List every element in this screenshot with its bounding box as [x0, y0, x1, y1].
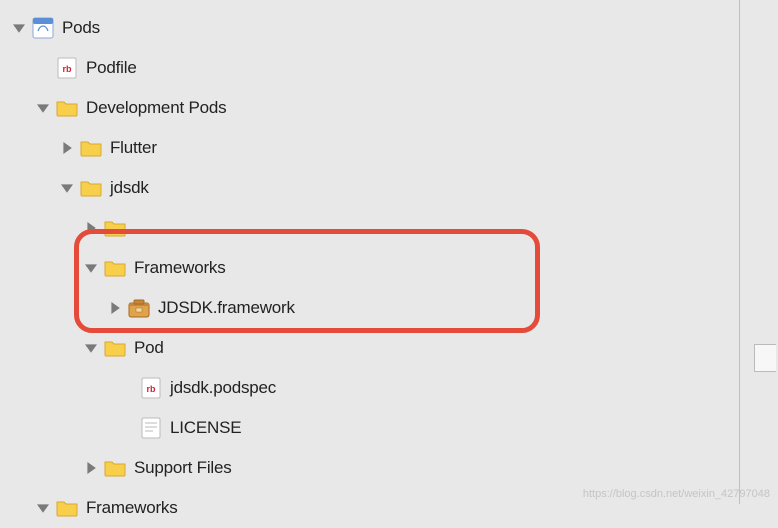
chevron-down-icon[interactable]	[34, 102, 52, 114]
tree-row-jdsdk-framework[interactable]: JDSDK.framework	[0, 288, 778, 328]
folder-icon	[104, 217, 126, 239]
tree-label: LICENSE	[170, 418, 241, 438]
tree-label: jdsdk.podspec	[170, 378, 276, 398]
xcode-project-icon	[32, 17, 54, 39]
folder-icon	[56, 97, 78, 119]
ruby-file-icon: rb	[140, 377, 162, 399]
chevron-down-icon[interactable]	[82, 342, 100, 354]
svg-text:rb: rb	[147, 384, 157, 394]
tree-row-podspec[interactable]: rb jdsdk.podspec	[0, 368, 778, 408]
chevron-right-icon[interactable]	[82, 222, 100, 234]
tree-row-devpods[interactable]: Development Pods	[0, 88, 778, 128]
tree-row-support[interactable]: Support Files	[0, 448, 778, 488]
watermark-text: https://blog.csdn.net/weixin_42797048	[583, 488, 770, 500]
chevron-right-icon[interactable]	[106, 302, 124, 314]
panel-divider[interactable]	[739, 0, 740, 504]
chevron-right-icon[interactable]	[82, 462, 100, 474]
tree-row-jdsdk[interactable]: jdsdk	[0, 168, 778, 208]
framework-icon	[128, 297, 150, 319]
tree-label: Development Pods	[86, 98, 226, 118]
folder-icon	[104, 457, 126, 479]
text-file-icon	[140, 417, 162, 439]
tree-label: Podfile	[86, 58, 137, 78]
folder-icon	[80, 177, 102, 199]
svg-text:rb: rb	[63, 64, 73, 74]
tree-row-frameworks[interactable]: Frameworks	[0, 248, 778, 288]
tree-label: jdsdk	[110, 178, 149, 198]
tree-row-parentdir[interactable]: ..	[0, 208, 778, 248]
chevron-right-icon[interactable]	[58, 142, 76, 154]
chevron-down-icon[interactable]	[10, 22, 28, 34]
folder-icon	[104, 337, 126, 359]
tree-label: Pods	[62, 18, 100, 38]
project-navigator-tree: Pods ▶ rb Podfile Development Pods Flutt…	[0, 0, 778, 528]
chevron-down-icon[interactable]	[58, 182, 76, 194]
tree-label: JDSDK.framework	[158, 298, 295, 318]
folder-icon	[56, 497, 78, 519]
ruby-file-icon: rb	[56, 57, 78, 79]
inspector-edge-icon	[754, 344, 776, 372]
tree-row-pods[interactable]: Pods	[0, 8, 778, 48]
folder-icon	[80, 137, 102, 159]
tree-row-license[interactable]: LICENSE	[0, 408, 778, 448]
tree-row-flutter[interactable]: Flutter	[0, 128, 778, 168]
chevron-down-icon[interactable]	[82, 262, 100, 274]
tree-label: ..	[134, 218, 143, 238]
tree-label: Support Files	[134, 458, 232, 478]
tree-label: Frameworks	[134, 258, 226, 278]
tree-row-pod[interactable]: Pod	[0, 328, 778, 368]
tree-label: Pod	[134, 338, 164, 358]
tree-label: Frameworks	[86, 498, 178, 518]
tree-row-podfile[interactable]: ▶ rb Podfile	[0, 48, 778, 88]
tree-label: Flutter	[110, 138, 157, 158]
folder-icon	[104, 257, 126, 279]
